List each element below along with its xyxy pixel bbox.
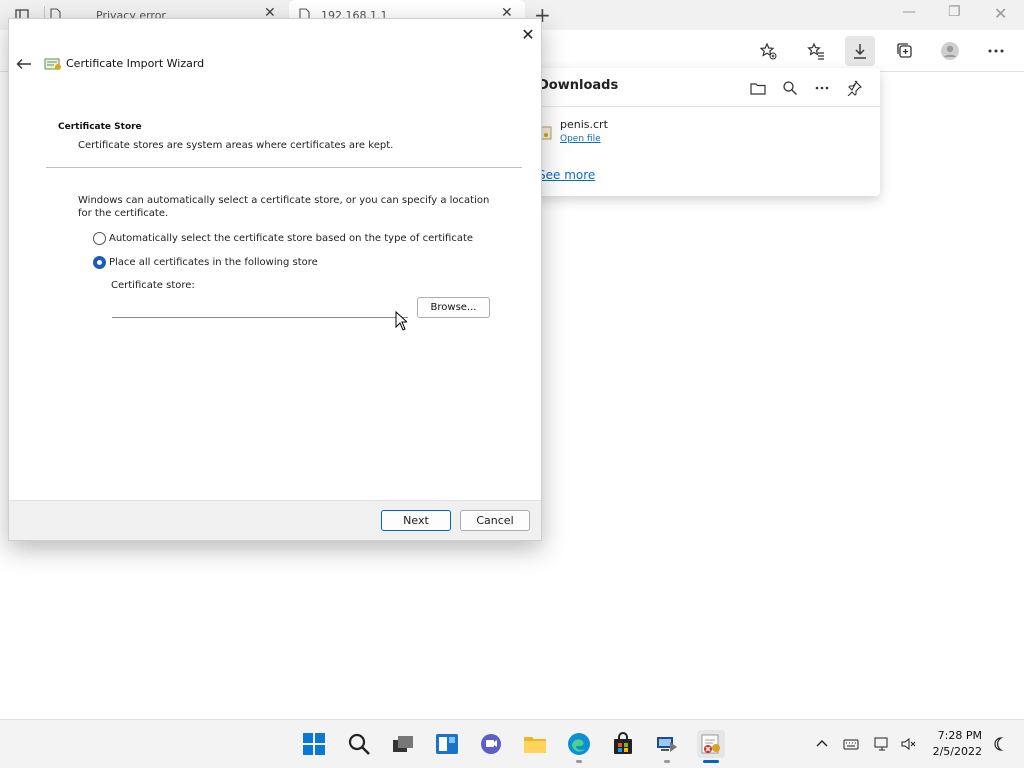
auto-select-store-option[interactable]: Automatically select the certificate sto… (93, 232, 473, 245)
restore-icon[interactable]: ❐ (948, 4, 961, 20)
show-hidden-icons-icon[interactable] (811, 733, 833, 755)
search-icon[interactable] (778, 76, 802, 100)
teams-chat-icon[interactable] (477, 730, 505, 758)
widgets-icon[interactable] (433, 730, 461, 758)
downloads-icon[interactable] (845, 36, 875, 66)
cancel-button[interactable]: Cancel (460, 510, 530, 531)
mouse-cursor-icon (395, 311, 407, 331)
back-arrow-icon[interactable] (13, 55, 35, 73)
edge-browser-icon[interactable] (565, 730, 593, 763)
certificate-store-field[interactable] (112, 296, 408, 318)
start-icon[interactable] (300, 730, 328, 758)
description-text: Windows can automatically select a certi… (78, 195, 490, 219)
browse-button[interactable]: Browse... (417, 297, 490, 318)
certificate-store-label: Certificate store: (111, 280, 195, 291)
see-more-link[interactable]: See more (538, 168, 595, 182)
close-window-icon[interactable]: ✕ (994, 4, 1007, 23)
store-icon[interactable] (609, 730, 637, 758)
next-button[interactable]: Next (381, 510, 451, 531)
search-icon[interactable] (345, 730, 373, 758)
divider (46, 167, 522, 168)
close-dialog-icon[interactable]: ✕ (517, 23, 539, 45)
favorites-icon[interactable] (801, 36, 831, 66)
option-label: Place all certificates in the following … (109, 257, 318, 268)
page-heading: Certificate Store (58, 122, 142, 132)
add-favorite-icon[interactable] (753, 36, 783, 66)
certificate-icon (44, 58, 61, 70)
download-filename: penis.crt (560, 118, 608, 131)
open-file-link[interactable]: Open file (560, 134, 601, 144)
keyboard-icon[interactable] (840, 733, 862, 755)
clock-date[interactable]: 2/5/2022 (926, 745, 982, 758)
volume-muted-icon[interactable] (897, 733, 919, 755)
more-options-icon[interactable] (810, 76, 834, 100)
option-label: Automatically select the certificate sto… (109, 233, 474, 244)
radio-button[interactable] (93, 232, 106, 245)
dialog-title: Certificate Import Wizard (66, 57, 205, 70)
open-folder-icon[interactable] (746, 76, 770, 100)
downloads-flyout: Downloads penis.crt Open file See more (534, 68, 880, 196)
dialog-footer: Next Cancel (9, 500, 541, 540)
task-view-icon[interactable] (389, 730, 417, 758)
page-subheading: Certificate stores are system areas wher… (78, 140, 394, 151)
remote-desktop-icon[interactable] (653, 730, 681, 763)
active-indicator (703, 760, 719, 763)
more-options-icon[interactable] (981, 36, 1011, 66)
file-explorer-icon[interactable] (521, 730, 549, 758)
radio-button-selected[interactable] (93, 256, 106, 269)
network-icon[interactable] (871, 733, 893, 755)
download-item[interactable]: penis.crt Open file (534, 114, 880, 156)
flyout-divider (534, 106, 880, 107)
running-indicator (664, 760, 670, 763)
focus-assist-moon-icon[interactable] (987, 733, 1009, 755)
clock-time[interactable]: 7:28 PM (930, 729, 982, 742)
running-indicator (576, 760, 582, 763)
pin-icon[interactable] (842, 76, 866, 100)
downloads-title: Downloads (538, 78, 619, 93)
minimize-icon[interactable]: — (902, 4, 916, 20)
certificate-import-wizard-dialog: ✕ Certificate Import Wizard Certificate … (8, 18, 542, 541)
certificate-wizard-taskbar-icon[interactable] (697, 730, 725, 763)
place-in-store-option[interactable]: Place all certificates in the following … (93, 256, 318, 269)
taskbar: 7:28 PM 2/5/2022 (0, 719, 1024, 768)
collections-icon[interactable] (890, 36, 920, 66)
profile-avatar-icon[interactable] (935, 36, 965, 66)
